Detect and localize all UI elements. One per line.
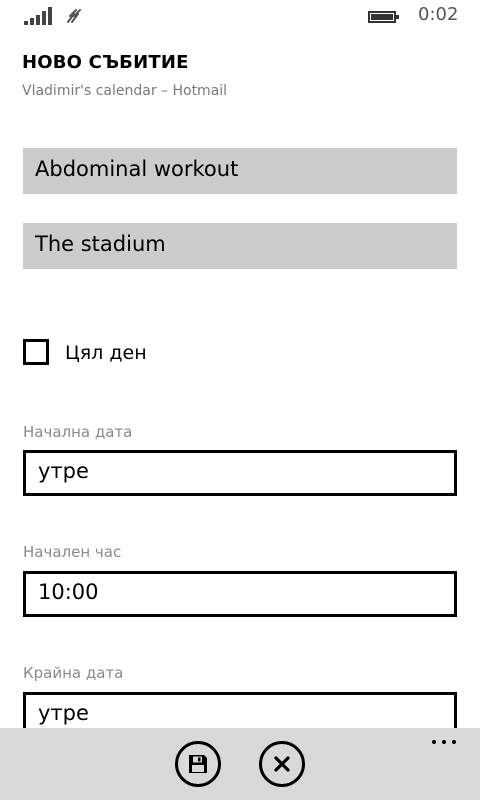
status-bar: 0:02 <box>0 0 480 32</box>
network-icon <box>67 9 81 23</box>
close-icon <box>274 756 290 772</box>
more-dot <box>452 740 456 744</box>
battery-icon <box>368 11 399 23</box>
start-time-field[interactable]: 10:00 <box>23 571 457 617</box>
more-dot <box>442 740 446 744</box>
location-field[interactable]: The stadium <box>23 223 457 269</box>
start-time-label: Начален час <box>23 543 122 561</box>
all-day-checkbox[interactable] <box>23 339 49 365</box>
more-dot <box>432 740 436 744</box>
save-button[interactable] <box>175 741 221 787</box>
page-title: НОВО СЪБИТИЕ <box>22 52 189 73</box>
more-options-button[interactable] <box>428 734 460 748</box>
all-day-checkbox-row[interactable]: Цял ден <box>23 338 323 370</box>
subject-field[interactable]: Abdominal workout <box>23 148 457 194</box>
all-day-label: Цял ден <box>65 342 147 364</box>
app-bar <box>0 728 480 800</box>
start-date-label: Начална дата <box>23 423 133 441</box>
start-date-field[interactable]: утре <box>23 450 457 496</box>
calendar-account: Vladimir's calendar – Hotmail <box>22 83 228 99</box>
clock: 0:02 <box>418 4 459 25</box>
cancel-button[interactable] <box>259 741 305 787</box>
new-event-screen: 0:02 НОВО СЪБИТИЕ Vladimir's calendar – … <box>0 0 480 800</box>
signal-icon <box>24 7 52 25</box>
save-icon <box>189 755 207 773</box>
end-date-label: Крайна дата <box>23 664 124 682</box>
